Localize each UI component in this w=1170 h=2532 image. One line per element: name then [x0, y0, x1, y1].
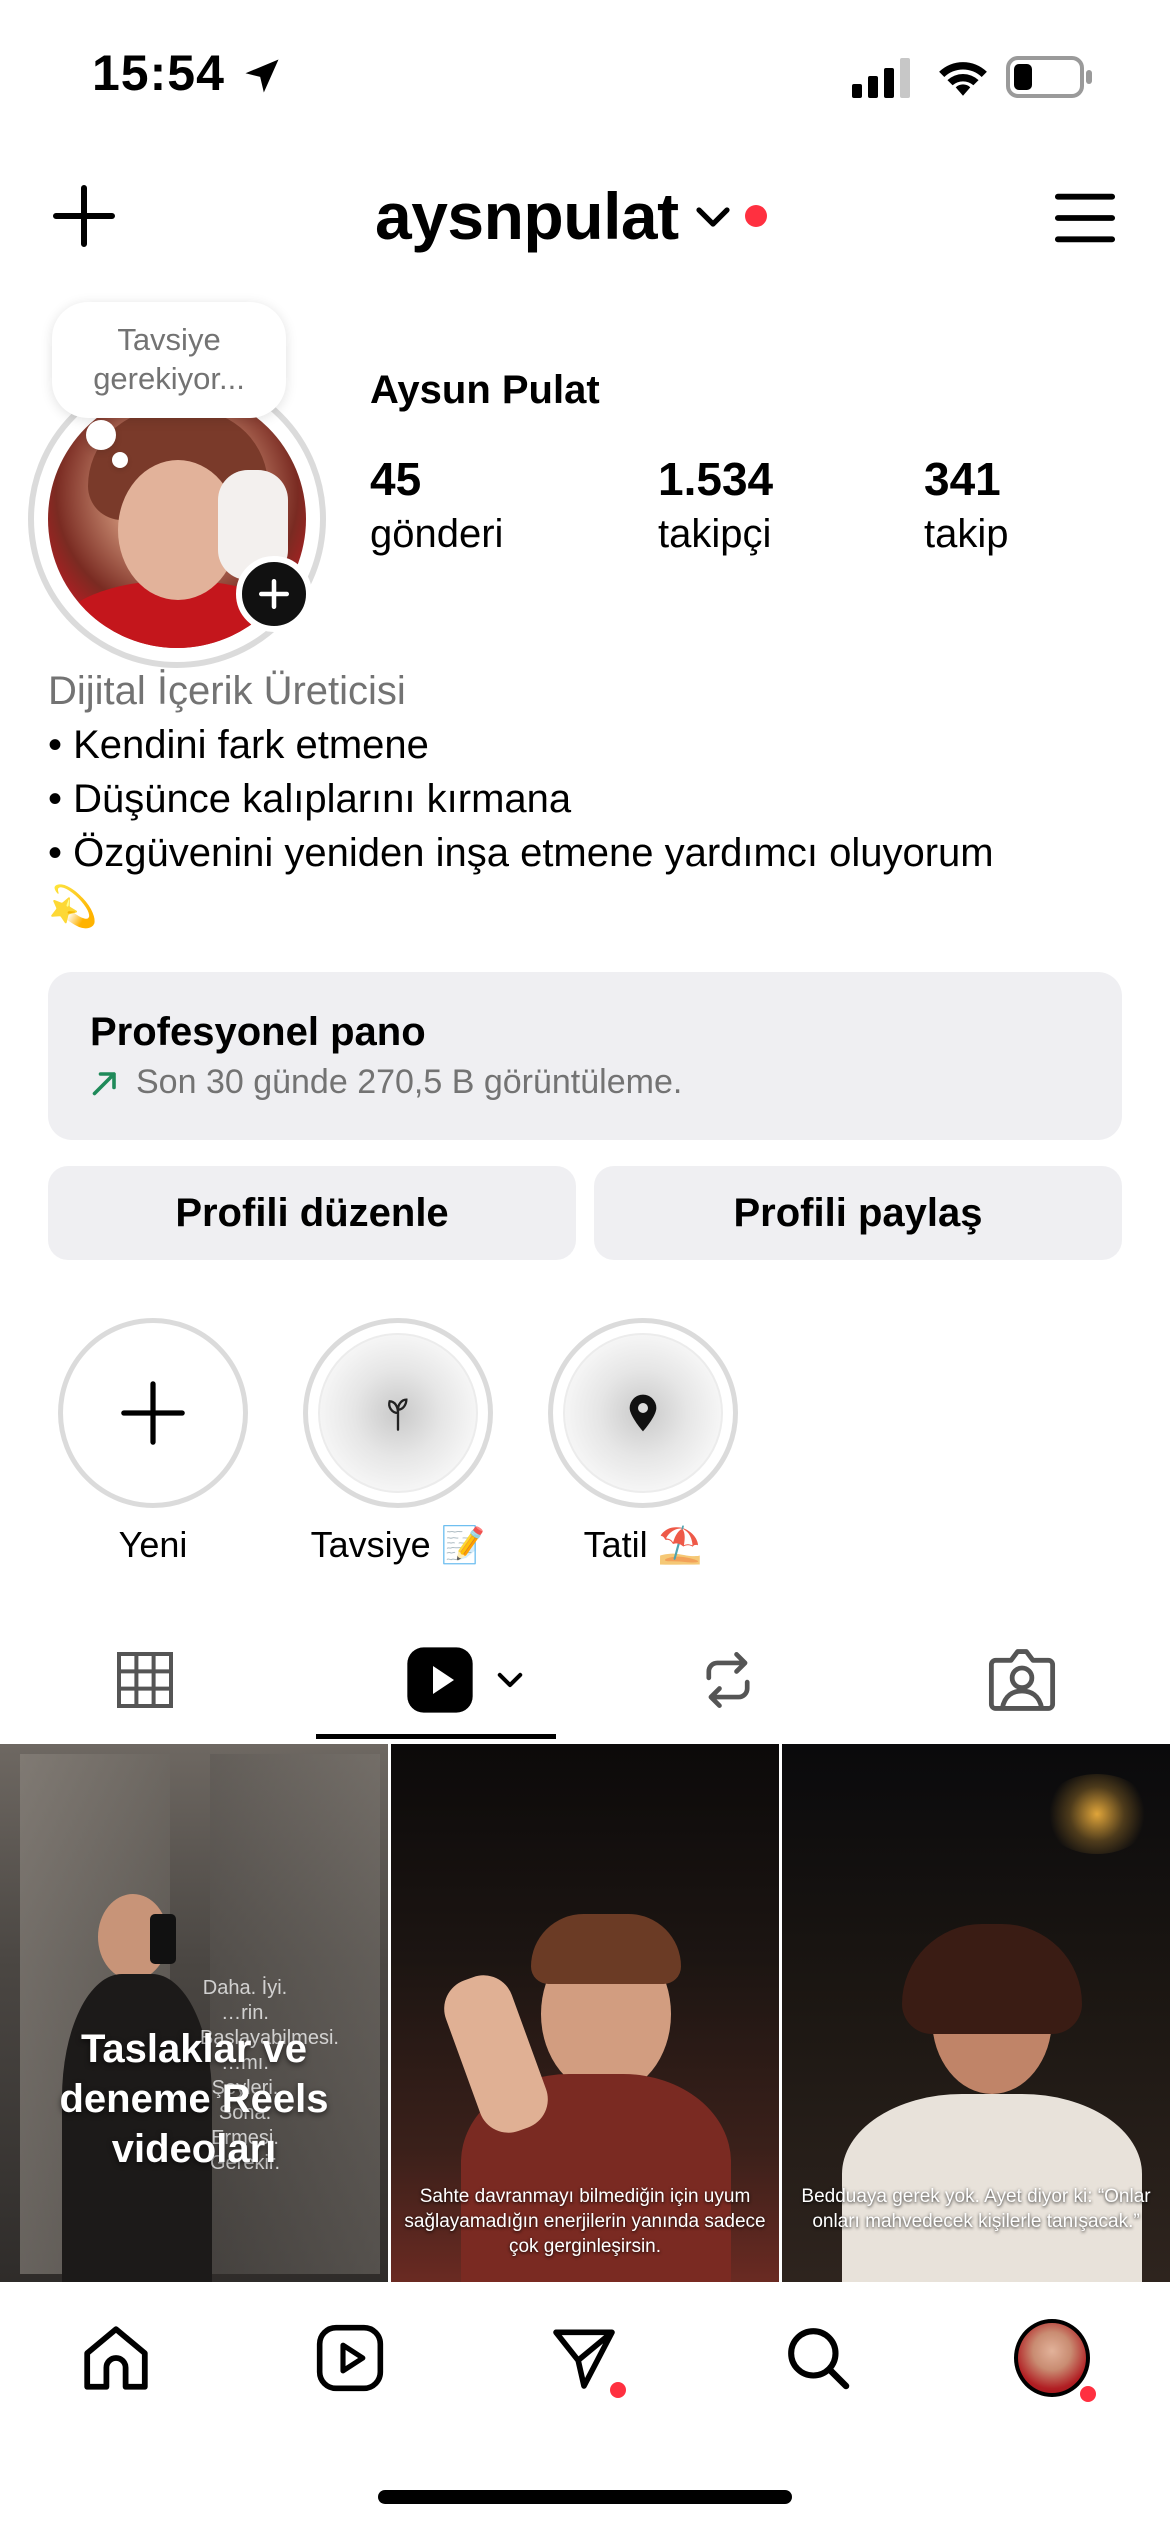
share-profile-button[interactable]: Profili paylaş [594, 1166, 1122, 1260]
chevron-down-icon [695, 207, 730, 227]
reel-thumbnail[interactable]: Daha. İyi. …rin. Başlayabilmesi. …mı. Şe… [0, 1744, 388, 2282]
battery-icon [1006, 56, 1092, 98]
plant-icon [388, 1398, 408, 1431]
edit-profile-button[interactable]: Profili düzenle [48, 1166, 576, 1260]
stat-value: 45 [370, 453, 422, 505]
nav-home[interactable] [78, 2320, 154, 2396]
stat-label: takip [924, 512, 1009, 556]
stat-value: 1.534 [658, 453, 774, 505]
bio-line: • Düşünce kalıplarını kırmana [48, 777, 572, 821]
dashboard-subtitle-row: Son 30 günde 270,5 B görüntüleme. [90, 1063, 1080, 1102]
tab-reposts[interactable] [690, 1618, 766, 1742]
highlight-tavsiye[interactable]: Tavsiye 📝 [303, 1318, 493, 1566]
nav-reels[interactable] [312, 2320, 388, 2396]
wifi-icon [939, 62, 987, 96]
stat-posts[interactable]: 45 gönderi [370, 452, 503, 557]
location-arrow-icon [245, 59, 279, 93]
profile-tabs [0, 1618, 1170, 1742]
highlight-ring [303, 1318, 493, 1508]
status-bar: 15:54 [0, 0, 1170, 150]
highlight-label: Tavsiye 📝 [310, 1524, 486, 1565]
professional-dashboard[interactable]: Profesyonel pano Son 30 günde 270,5 B gö… [48, 972, 1122, 1140]
note-bubble-tail [86, 420, 116, 450]
highlight-cover [318, 1333, 478, 1493]
location-pin-icon [629, 1394, 657, 1432]
tagged-icon [988, 1649, 1056, 1711]
dashboard-subtitle: Son 30 günde 270,5 B görüntüleme. [136, 1063, 683, 1101]
create-plus-icon[interactable] [52, 184, 116, 248]
profile-notification-dot [1080, 2386, 1096, 2402]
note-bubble-tail-small [112, 452, 128, 468]
highlight-tatil[interactable]: Tatil ⛱️ [548, 1318, 738, 1566]
status-time: 15:54 [92, 45, 225, 101]
chevron-down-icon [497, 1672, 523, 1688]
nav-profile[interactable] [1014, 2319, 1096, 2402]
bio: Dijital İçerik Üreticisi • Kendini fark … [48, 664, 1138, 934]
home-indicator [378, 2490, 792, 2504]
bio-emoji: 💫 [48, 885, 98, 929]
add-story-button[interactable] [236, 556, 312, 632]
stat-following[interactable]: 341 takip [924, 452, 1009, 557]
nav-messages[interactable] [546, 2320, 626, 2398]
reel-overlay-text: Taslaklar ve deneme Reels videoları [59, 2027, 329, 2171]
highlight-new[interactable]: Yeni [58, 1318, 248, 1566]
active-tab-indicator [316, 1734, 556, 1739]
search-icon [788, 2328, 850, 2390]
highlight-ring [548, 1318, 738, 1508]
trend-up-arrow-icon [92, 1071, 116, 1095]
tab-tagged[interactable] [980, 1618, 1064, 1742]
plus-icon [121, 1381, 185, 1445]
tab-reels[interactable] [396, 1618, 536, 1742]
username: aysnpulat [375, 179, 679, 253]
reel-caption: Bedduaya gerek yok. Ayet diyor ki: “Onla… [801, 2186, 1151, 2232]
account-switcher[interactable]: aysnpulat [375, 176, 767, 256]
stat-label: gönderi [370, 512, 504, 556]
stat-followers[interactable]: 1.534 takipçi [658, 452, 773, 557]
reels-icon [407, 1647, 473, 1713]
tab-grid[interactable] [100, 1618, 190, 1742]
paper-plane-icon [553, 2329, 615, 2389]
bio-line: • Özgüvenini yeniden inşa etmene yardımc… [48, 831, 994, 875]
bio-line: • Kendini fark etmene [48, 723, 429, 767]
stat-value: 341 [924, 453, 1001, 505]
dashboard-title: Profesyonel pano [90, 1010, 426, 1054]
profile-note[interactable]: Tavsiye gerekiyor... [52, 302, 286, 418]
reels-grid: Daha. İyi. …rin. Başlayabilmesi. …mı. Şe… [0, 1744, 1170, 2282]
highlight-label: Yeni [118, 1524, 188, 1565]
hamburger-menu-icon[interactable] [1054, 190, 1116, 246]
reel-caption: Sahte davranmayı bilmediğin için uyum sa… [404, 2186, 766, 2257]
highlight-cover [563, 1333, 723, 1493]
bio-category: Dijital İçerik Üreticisi [48, 669, 406, 713]
highlight-ring [58, 1318, 248, 1508]
reel-thumbnail[interactable]: Sahte davranmayı bilmediğin için uyum sa… [391, 1744, 779, 2282]
grid-icon [117, 1652, 173, 1708]
display-name: Aysun Pulat [370, 368, 600, 412]
home-icon [84, 2326, 148, 2390]
notification-dot [744, 205, 767, 227]
repost-icon [706, 1652, 750, 1708]
stat-label: takipçi [658, 512, 772, 556]
nav-search[interactable] [780, 2320, 856, 2396]
plus-icon [258, 578, 290, 610]
profile-header: aysnpulat [0, 170, 1170, 270]
messages-notification-dot [610, 2382, 626, 2398]
reels-nav-icon [316, 2324, 384, 2392]
highlight-label: Tatil ⛱️ [583, 1524, 703, 1565]
avatar [1014, 2319, 1090, 2397]
cellular-signal-icon [852, 58, 910, 98]
reel-thumbnail[interactable]: Bedduaya gerek yok. Ayet diyor ki: “Onla… [782, 1744, 1170, 2282]
